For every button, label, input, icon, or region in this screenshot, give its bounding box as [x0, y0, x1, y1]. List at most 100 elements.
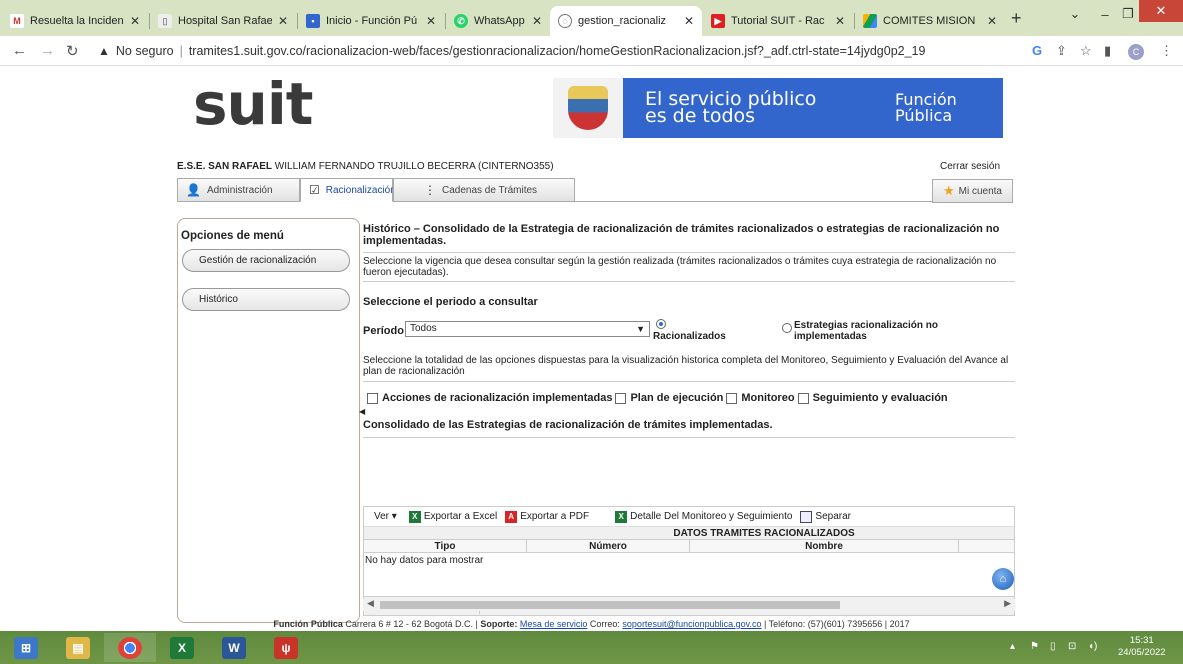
- start-button[interactable]: ⊞: [0, 633, 52, 662]
- support-link[interactable]: Mesa de servicio: [520, 619, 588, 629]
- forward-icon[interactable]: →: [40, 42, 55, 59]
- profile-avatar[interactable]: C: [1128, 44, 1144, 60]
- close-window-icon[interactable]: ✕: [1139, 0, 1183, 22]
- restore-icon[interactable]: ❐: [1117, 0, 1139, 28]
- tab-racionalizacion[interactable]: ☑ Racionalización: [300, 178, 396, 202]
- flag-icon[interactable]: ⚑: [1030, 641, 1039, 652]
- edit-icon: ☑: [309, 183, 320, 197]
- checkbox-seguimiento[interactable]: Seguimiento y evaluación: [797, 392, 948, 404]
- email-link[interactable]: soportesuit@funcionpublica.gov.co: [622, 619, 761, 629]
- browser-tab-3[interactable]: ▪ Inicio - Función Pú ✕: [298, 6, 444, 36]
- sidebar-item-historico[interactable]: Histórico: [182, 288, 350, 311]
- checkbox-box[interactable]: [367, 392, 378, 404]
- checkbox-acciones[interactable]: Acciones de racionalización implementada…: [367, 392, 612, 404]
- reload-icon[interactable]: ↻: [66, 42, 79, 60]
- taskbar-excel[interactable]: X: [156, 633, 208, 662]
- battery-icon[interactable]: ▯: [1050, 641, 1056, 652]
- close-tab-icon[interactable]: ✕: [130, 14, 140, 28]
- table-toolbar: Ver ▾ X Exportar a Excel A Exportar a PDF …: [364, 507, 1014, 527]
- tray-overflow-icon[interactable]: ▴: [1010, 641, 1015, 652]
- side-panel-icon[interactable]: ▮: [1104, 43, 1111, 59]
- radio-racionalizados-label: Racionalizados: [653, 331, 726, 342]
- checkbox-box[interactable]: [726, 392, 738, 404]
- main-content: Histórico – Consolidado de la Estrategia…: [363, 218, 1015, 438]
- close-tab-icon[interactable]: ✕: [532, 14, 542, 28]
- menu-kebab-icon[interactable]: ⋮: [1160, 43, 1173, 59]
- browser-tab-6[interactable]: ▶ Tutorial SUIT - Rac ✕: [703, 6, 853, 36]
- checkbox-box[interactable]: [615, 392, 627, 404]
- column-header-nombre[interactable]: Nombre: [690, 540, 959, 552]
- globe-icon: ◌: [558, 14, 572, 28]
- colombia-coat-of-arms: [553, 78, 623, 138]
- taskbar-chrome[interactable]: [104, 633, 156, 662]
- close-tab-icon[interactable]: ✕: [426, 14, 436, 28]
- logout-link[interactable]: Cerrar sesión: [940, 161, 1000, 172]
- security-label: No seguro: [115, 44, 174, 58]
- radio-racionalizados[interactable]: [656, 319, 666, 329]
- taskbar-file-explorer[interactable]: ▤: [52, 633, 104, 662]
- browser-tab-4[interactable]: ✆ WhatsApp ✕: [446, 6, 550, 36]
- scrollbar-thumb[interactable]: [380, 601, 840, 609]
- url-text: tramites1.suit.gov.co/racionalizacion-we…: [188, 44, 926, 58]
- period-select[interactable]: Todos ▼: [405, 321, 650, 337]
- page-footer: Función Pública Carrera 6 # 12 - 62 Bogo…: [273, 619, 910, 629]
- address-bar[interactable]: ▲ No seguro | tramites1.suit.gov.co/raci…: [98, 40, 998, 62]
- browser-tab-5-active[interactable]: ◌ gestion_racionaliz ✕: [550, 6, 702, 36]
- taskbar-clock[interactable]: 15:31 24/05/2022: [1118, 635, 1166, 659]
- column-header-tipo[interactable]: Tipo: [364, 540, 527, 552]
- new-tab-button[interactable]: +: [1011, 8, 1022, 29]
- detalle-monitoreo-button[interactable]: X Detalle Del Monitoreo y Seguimiento: [615, 510, 792, 523]
- export-pdf-button[interactable]: A Exportar a PDF: [505, 510, 589, 523]
- chevron-down-icon: ▼: [636, 324, 645, 334]
- home-icon[interactable]: ⌂: [992, 568, 1014, 590]
- checkbox-plan-ejecucion[interactable]: Plan de ejecución: [615, 392, 723, 404]
- taskbar-pdf-app[interactable]: ψ: [260, 633, 312, 662]
- period-row: Período: Todos ▼ Racionalizados Estrateg…: [363, 319, 1015, 351]
- horizontal-scrollbar[interactable]: ◀ ▶: [363, 598, 1015, 611]
- bookmark-star-icon[interactable]: ☆: [1080, 43, 1092, 59]
- word-icon: W: [222, 636, 246, 659]
- instructions-text: Seleccione la vigencia que desea consult…: [363, 256, 1015, 282]
- browser-tab-7[interactable]: COMITES MISION ✕: [855, 6, 1005, 36]
- youtube-icon: ▶: [711, 14, 725, 28]
- browser-tab-2[interactable]: ▯ Hospital San Rafae ✕: [150, 6, 296, 36]
- network-icon[interactable]: ⊡: [1068, 641, 1076, 652]
- minimize-icon[interactable]: –: [1093, 0, 1117, 28]
- back-icon[interactable]: ←: [12, 42, 27, 59]
- sidebar-item-gestion-racionalizacion[interactable]: Gestión de racionalización: [182, 249, 350, 272]
- taskbar-word[interactable]: W: [208, 633, 260, 662]
- entity-name: E.S.E. SAN RAFAEL: [177, 161, 273, 172]
- table-column-headers: Tipo Número Nombre: [364, 540, 1014, 553]
- share-icon[interactable]: ⇪: [1056, 43, 1067, 59]
- view-menu-button[interactable]: Ver ▾: [374, 511, 397, 522]
- close-tab-icon[interactable]: ✕: [278, 14, 288, 28]
- empty-table-message: No hay datos para mostrar: [365, 555, 484, 566]
- options-checkboxes: Acciones de racionalización implementada…: [367, 392, 1015, 404]
- user-name: WILLIAM FERNANDO TRUJILLO BECERRA (CINTE…: [274, 161, 554, 172]
- warning-icon: ▲: [98, 44, 110, 58]
- browser-tab-1[interactable]: M Resuelta la Inciden ✕: [2, 6, 148, 36]
- my-account-button[interactable]: ★ Mi cuenta: [932, 179, 1013, 203]
- google-translate-icon[interactable]: G: [1032, 43, 1042, 58]
- column-header-numero[interactable]: Número: [527, 540, 690, 552]
- checkbox-box[interactable]: [797, 392, 809, 404]
- close-tab-icon[interactable]: ✕: [835, 14, 845, 28]
- tab-search-icon[interactable]: ⌄: [1063, 0, 1087, 28]
- user-info: E.S.E. SAN RAFAEL WILLIAM FERNANDO TRUJI…: [177, 161, 554, 172]
- banner-motto: El servicio público es de todos: [645, 88, 817, 127]
- star-icon: ★: [942, 183, 955, 198]
- scroll-right-icon[interactable]: ▶: [1004, 598, 1011, 609]
- separar-button[interactable]: Separar: [800, 510, 851, 523]
- scroll-left-icon[interactable]: ◀: [367, 598, 374, 609]
- export-excel-button[interactable]: X Exportar a Excel: [408, 510, 497, 523]
- close-tab-icon[interactable]: ✕: [987, 14, 997, 28]
- tab-cadenas-de-tramites[interactable]: ⋮ Cadenas de Trámites: [393, 178, 575, 202]
- radio-estrategias-no-implementadas[interactable]: [782, 323, 792, 333]
- volume-icon[interactable]: ◖): [1088, 641, 1097, 652]
- checkbox-monitoreo[interactable]: Monitoreo: [726, 392, 795, 404]
- close-tab-icon[interactable]: ✕: [684, 14, 694, 28]
- hospital-icon: ▯: [158, 14, 172, 28]
- excel-icon: X: [408, 510, 421, 523]
- tab-administracion[interactable]: 👤 Administración: [177, 178, 300, 202]
- excel-icon: X: [170, 636, 194, 659]
